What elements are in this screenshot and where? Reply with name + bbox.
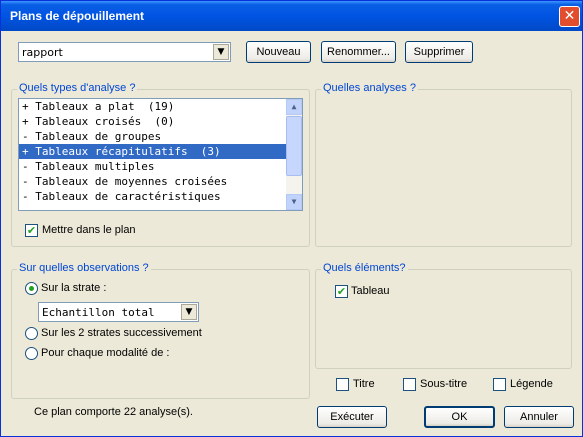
- delete-button[interactable]: Supprimer: [405, 41, 473, 63]
- ok-button[interactable]: OK: [424, 406, 495, 428]
- analysis-types-legend: Quels types d'analyse ?: [17, 82, 138, 94]
- tableau-checkbox[interactable]: ✔: [335, 285, 348, 298]
- plan-combo[interactable]: rapport ▼: [18, 42, 231, 62]
- sous-titre-checkbox[interactable]: [403, 378, 416, 391]
- close-button[interactable]: ✕: [559, 6, 580, 27]
- plan-combo-value: rapport: [22, 46, 63, 59]
- sous-titre-label: Sous-titre: [420, 378, 468, 390]
- analysis-type-item[interactable]: + Tableaux récapitulatifs (3): [19, 144, 302, 159]
- list-scrollbar[interactable]: ▲ ▼: [286, 99, 302, 210]
- strate-radio[interactable]: [25, 282, 38, 295]
- strate-combo[interactable]: Echantillon total ▼: [38, 302, 199, 322]
- strate-radio-label: Sur la strate :: [41, 282, 107, 294]
- two-strates-radio-label: Sur les 2 strates successivement: [41, 327, 202, 339]
- modalite-radio-label: Pour chaque modalité de :: [41, 347, 170, 359]
- analysis-type-item[interactable]: + Tableaux croisés (0): [19, 114, 302, 129]
- execute-button[interactable]: Exécuter: [317, 406, 387, 428]
- put-in-plan-label: Mettre dans le plan: [42, 224, 136, 236]
- which-analyses-legend: Quelles analyses ?: [321, 82, 418, 94]
- dialog-window: Plans de dépouillement ✕ rapport ▼ Nouve…: [0, 0, 583, 437]
- titre-checkbox[interactable]: [336, 378, 349, 391]
- chevron-down-icon[interactable]: ▼: [213, 44, 229, 60]
- strate-combo-value: Echantillon total: [42, 306, 155, 319]
- cancel-button[interactable]: Annuler: [504, 406, 574, 428]
- put-in-plan-checkbox[interactable]: ✔: [25, 224, 38, 237]
- arrow-up-icon[interactable]: ▲: [286, 99, 302, 115]
- elements-legend: Quels éléments?: [321, 262, 408, 274]
- observations-legend: Sur quelles observations ?: [17, 262, 151, 274]
- arrow-down-icon[interactable]: ▼: [286, 194, 302, 210]
- legende-checkbox[interactable]: [493, 378, 506, 391]
- tableau-label: Tableau: [351, 285, 390, 297]
- window-title: Plans de dépouillement: [10, 9, 145, 23]
- plan-status-text: Ce plan comporte 22 analyse(s).: [34, 406, 193, 418]
- elements-group: Quels éléments?: [315, 262, 572, 369]
- analysis-type-item[interactable]: - Tableaux de groupes: [19, 129, 302, 144]
- scrollbar-thumb[interactable]: [286, 116, 302, 176]
- analysis-types-list[interactable]: + Tableaux a plat (19) + Tableaux croisés…: [18, 98, 303, 211]
- which-analyses-group: Quelles analyses ?: [315, 82, 572, 247]
- rename-button[interactable]: Renommer...: [321, 41, 396, 63]
- new-button[interactable]: Nouveau: [246, 41, 311, 63]
- analysis-type-item[interactable]: - Tableaux de moyennes croisées: [19, 174, 302, 189]
- chevron-down-icon[interactable]: ▼: [181, 304, 197, 320]
- two-strates-radio[interactable]: [25, 327, 38, 340]
- title-bar[interactable]: Plans de dépouillement ✕: [1, 1, 582, 31]
- close-icon: ✕: [563, 8, 576, 24]
- legende-label: Légende: [510, 378, 553, 390]
- analysis-type-item[interactable]: + Tableaux a plat (19): [19, 99, 302, 114]
- titre-label: Titre: [353, 378, 375, 390]
- analysis-type-item[interactable]: - Tableaux multiples: [19, 159, 302, 174]
- analysis-type-item[interactable]: - Tableaux de caractéristiques: [19, 189, 302, 204]
- modalite-radio[interactable]: [25, 347, 38, 360]
